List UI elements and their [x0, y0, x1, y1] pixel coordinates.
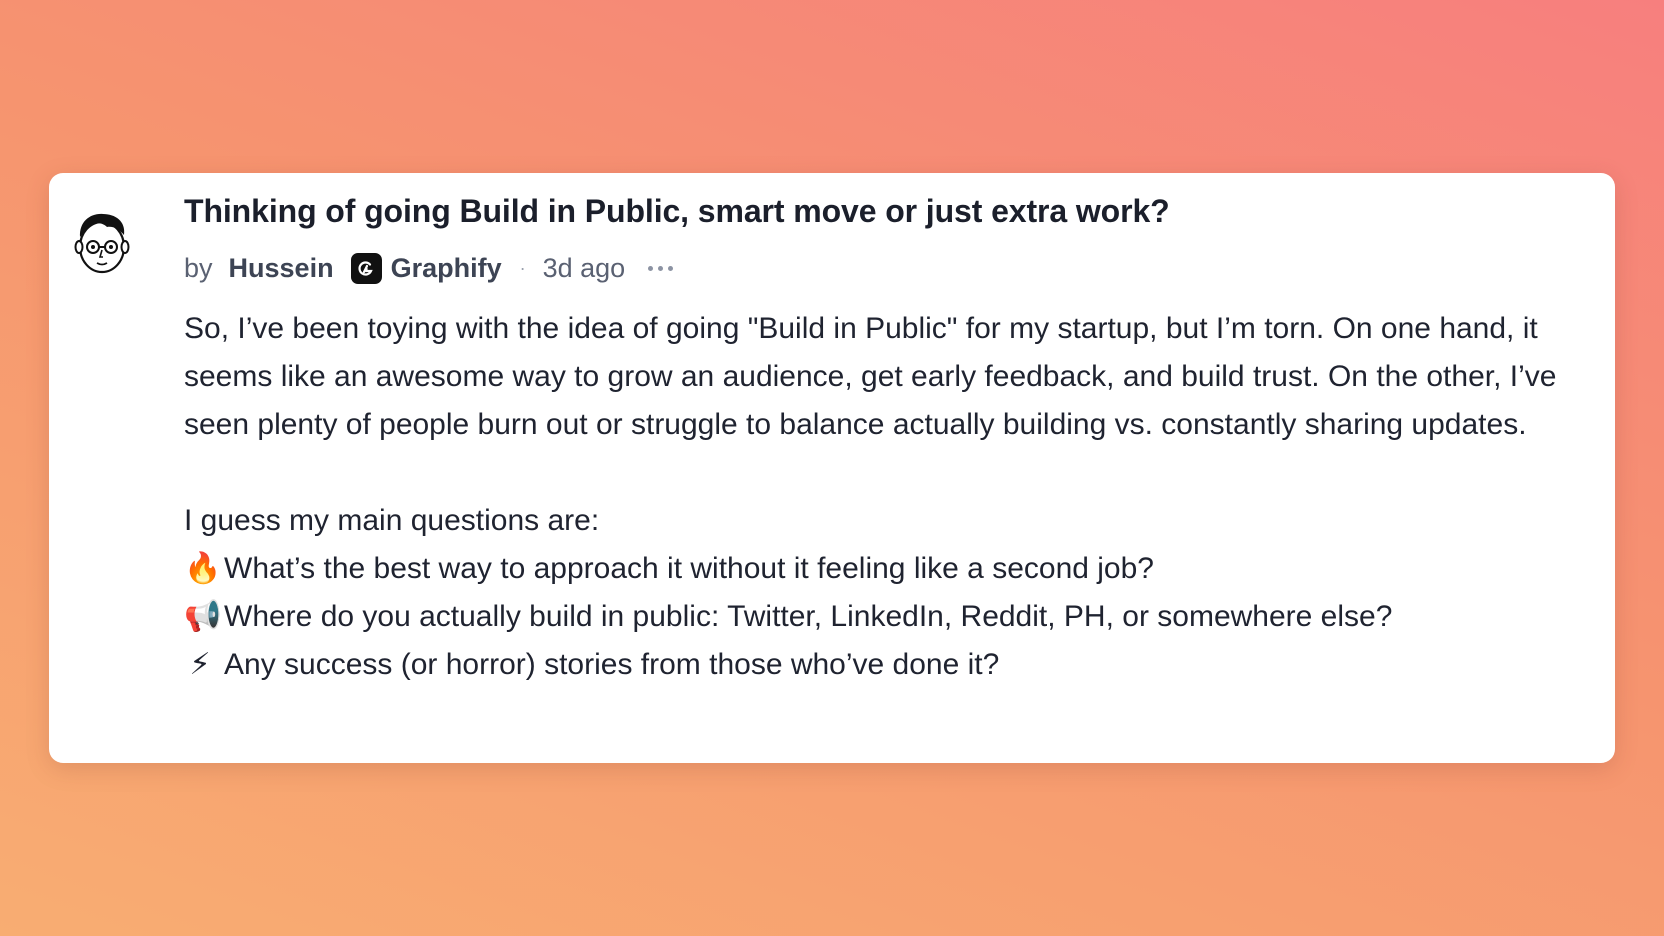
author-link[interactable]: Hussein [229, 253, 334, 284]
meta-separator: · [519, 258, 526, 279]
question-text: Where do you actually build in public: T… [224, 599, 1393, 633]
more-options-icon[interactable] [648, 266, 674, 272]
question-item: 🔥What’s the best way to approach it with… [184, 545, 1585, 593]
question-item: 📢Where do you actually build in public: … [184, 593, 1585, 641]
by-label: by [184, 253, 213, 284]
post-title[interactable]: Thinking of going Build in Public, smart… [184, 191, 1585, 233]
question-text: What’s the best way to approach it witho… [224, 551, 1154, 585]
avatar-illustration-icon [74, 213, 130, 274]
post-card: Thinking of going Build in Public, smart… [49, 173, 1615, 763]
question-text: Any success (or horror) stories from tho… [224, 647, 1000, 681]
fire-icon: 🔥 [184, 551, 222, 585]
company-link[interactable]: Graphify [391, 253, 502, 284]
author-avatar[interactable] [73, 209, 131, 277]
question-item: ⚡ Any success (or horror) stories from th… [184, 641, 1585, 689]
post-meta: by Hussein Graphify · 3d ago [184, 251, 1585, 287]
megaphone-icon: 📢 [184, 599, 222, 633]
post-body: So, I’ve been toying with the idea of go… [184, 305, 1585, 689]
post-timestamp: 3d ago [542, 253, 626, 284]
post-content: Thinking of going Build in Public, smart… [184, 191, 1585, 689]
lightning-icon: ⚡ [189, 647, 211, 681]
questions-intro: I guess my main questions are: [184, 503, 600, 537]
post-paragraph: So, I’ve been toying with the idea of go… [184, 311, 1557, 441]
graphify-logo-icon[interactable] [350, 253, 382, 285]
